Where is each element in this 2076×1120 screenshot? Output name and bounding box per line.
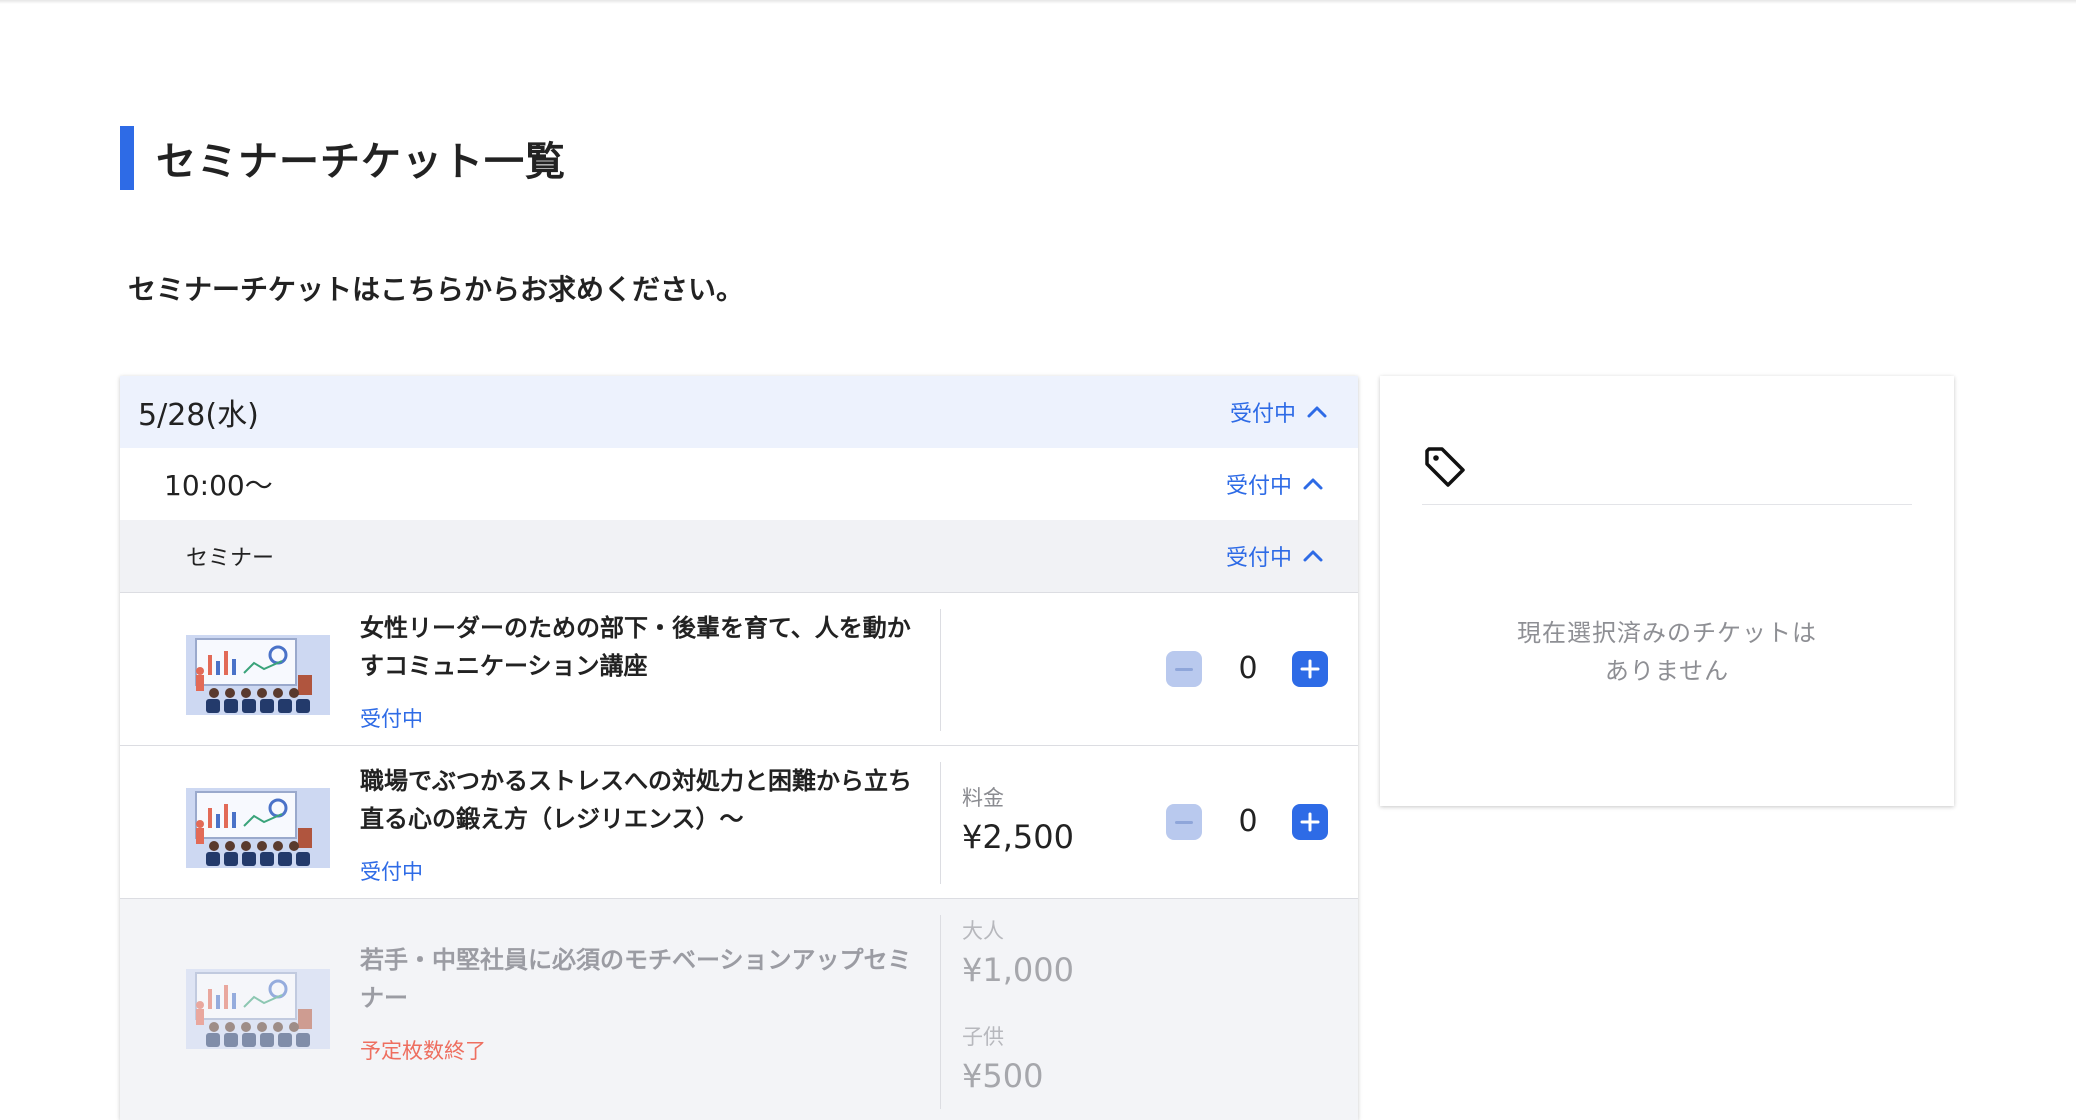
page-title: セミナーチケット一覧 xyxy=(156,139,566,185)
date-collapse-toggle[interactable]: 受付中 xyxy=(1230,396,1328,428)
panel-divider xyxy=(1422,504,1912,505)
increase-quantity-button[interactable] xyxy=(1292,804,1328,840)
category-status: 受付中 xyxy=(1225,546,1292,571)
minus-icon xyxy=(1175,667,1193,671)
date-label: 5/28(水) xyxy=(138,398,259,433)
item-divider xyxy=(940,915,941,1109)
seminar-thumbnail-image xyxy=(186,788,330,868)
ticket-status-sold-out: 予定枚数終了 xyxy=(360,1039,486,1063)
date-row[interactable]: 5/28(水) 受付中 xyxy=(120,376,1358,448)
plus-icon xyxy=(1300,812,1320,832)
time-status: 受付中 xyxy=(1225,474,1292,499)
title-accent-bar xyxy=(120,126,134,190)
item-divider xyxy=(940,609,941,731)
category-row[interactable]: セミナー 受付中 xyxy=(120,520,1358,593)
category-collapse-toggle[interactable]: 受付中 xyxy=(1226,540,1324,572)
ticket-title: 女性リーダーのための部下・後輩を育て、人を動かすコミュニケーション講座 xyxy=(360,614,911,680)
empty-cart-message: 現在選択済みのチケットは ありません xyxy=(1380,614,1954,690)
page-header: セミナーチケット一覧 xyxy=(120,126,566,190)
plus-icon xyxy=(1300,659,1320,679)
ticket-list-panel: 5/28(水) 受付中 10:00〜 受付中 セミナー 受付中 女性リーダーのた… xyxy=(120,376,1358,1120)
selected-tickets-panel: 現在選択済みのチケットは ありません xyxy=(1380,376,1954,806)
chevron-up-icon xyxy=(1303,550,1323,562)
seminar-thumbnail-image xyxy=(186,969,330,1049)
ticket-item: 女性リーダーのための部下・後輩を育て、人を動かすコミュニケーション講座 受付中 … xyxy=(120,593,1358,746)
intro-text: セミナーチケットはこちらからお求めください。 xyxy=(128,273,745,306)
price-value-adult: ¥1,000 xyxy=(962,951,1074,989)
price-value: ¥2,500 xyxy=(962,818,1074,856)
top-shadow xyxy=(0,0,2076,4)
ticket-status: 受付中 xyxy=(360,860,423,884)
quantity-value: 0 xyxy=(1238,651,1258,686)
empty-message-line: 現在選択済みのチケットは xyxy=(1517,619,1817,647)
minus-icon xyxy=(1175,820,1193,824)
price-value-child: ¥500 xyxy=(962,1057,1044,1095)
date-status: 受付中 xyxy=(1229,402,1296,427)
ticket-item: 職場でぶつかるストレスへの対処力と困難から立ち直る心の鍛え方（レジリエンス）〜 … xyxy=(120,746,1358,899)
increase-quantity-button[interactable] xyxy=(1292,651,1328,687)
seminar-thumbnail-image xyxy=(186,635,330,715)
chevron-up-icon xyxy=(1303,478,1323,490)
price-label-child: 子供 xyxy=(962,1025,1004,1049)
ticket-title: 職場でぶつかるストレスへの対処力と困難から立ち直る心の鍛え方（レジリエンス）〜 xyxy=(360,767,912,833)
price-label: 料金 xyxy=(962,786,1004,810)
category-label: セミナー xyxy=(186,546,275,571)
time-collapse-toggle[interactable]: 受付中 xyxy=(1226,468,1324,500)
decrease-quantity-button[interactable] xyxy=(1166,804,1202,840)
decrease-quantity-button[interactable] xyxy=(1166,651,1202,687)
item-divider xyxy=(940,762,941,884)
price-label-adult: 大人 xyxy=(962,919,1004,943)
empty-message-line: ありません xyxy=(1604,657,1730,685)
ticket-status: 受付中 xyxy=(360,707,423,731)
ticket-title: 若手・中堅社員に必須のモチベーションアップセミナー xyxy=(360,946,912,1012)
quantity-value: 0 xyxy=(1238,804,1258,839)
time-row[interactable]: 10:00〜 受付中 xyxy=(120,448,1358,520)
tag-icon xyxy=(1425,447,1465,487)
chevron-up-icon xyxy=(1307,406,1327,418)
time-label: 10:00〜 xyxy=(164,469,273,502)
ticket-item-sold-out: 若手・中堅社員に必須のモチベーションアップセミナー 予定枚数終了 大人 ¥1,0… xyxy=(120,899,1358,1120)
